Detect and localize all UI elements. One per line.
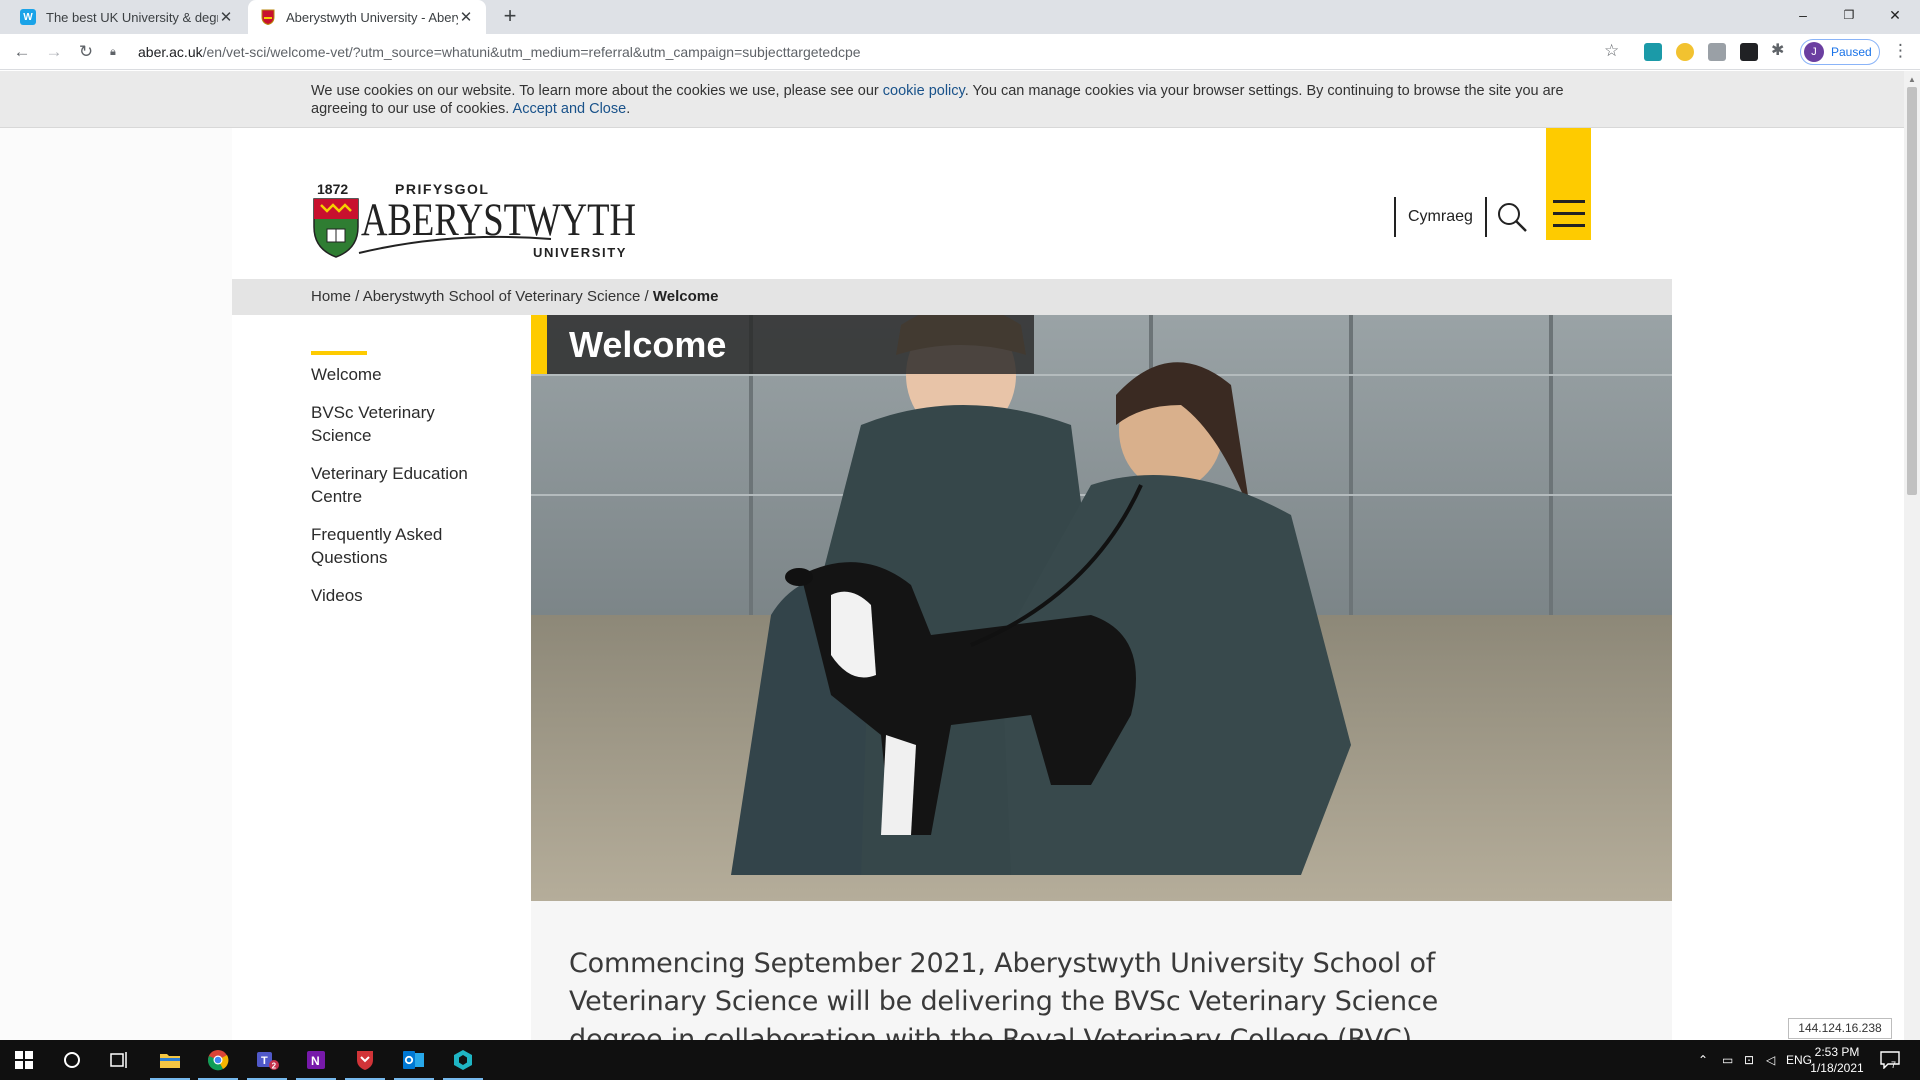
breadcrumb-school-link[interactable]: Aberystwyth School of Veterinary Science: [363, 288, 641, 305]
onenote-icon[interactable]: N: [292, 1040, 340, 1080]
intro-paragraph: Commencing September 2021, Aberystwyth U…: [569, 948, 1439, 1040]
nav-item-faq[interactable]: Frequently Asked Questions: [311, 523, 471, 569]
close-tab-icon[interactable]: ✕: [458, 8, 474, 26]
profile-status: Paused: [1831, 45, 1872, 59]
windows-start-icon[interactable]: [0, 1040, 48, 1080]
chrome-menu-icon[interactable]: ⋮: [1892, 41, 1909, 61]
hamburger-menu-button[interactable]: [1546, 128, 1591, 240]
crest-icon: [313, 198, 359, 258]
browser-tab-bar: W The best UK University & degree ✕ Aber…: [0, 0, 1920, 34]
section-nav: Welcome BVSc Veterinary Science Veterina…: [311, 351, 511, 622]
puzzle-extensions-icon[interactable]: ✱: [1771, 40, 1789, 59]
search-icon[interactable]: [1496, 201, 1528, 233]
address-bar[interactable]: 🔒︎ aber.ac.uk/en/vet-sci/welcome-vet/?ut…: [110, 38, 1630, 66]
nav-item-bvsc[interactable]: BVSc Veterinary Science: [311, 401, 461, 447]
search-circle-icon[interactable]: [48, 1040, 96, 1080]
ip-address-badge: 144.124.16.238: [1788, 1018, 1892, 1039]
breadcrumb-home-link[interactable]: Home: [311, 288, 351, 305]
forward-arrow-icon[interactable]: →: [42, 40, 66, 64]
tray-overflow-icon[interactable]: ⌃: [1698, 1040, 1708, 1080]
logo-year: 1872: [317, 181, 348, 197]
back-arrow-icon[interactable]: ←: [10, 40, 34, 64]
minimize-button[interactable]: –: [1780, 0, 1826, 30]
vet-students-photo: [531, 315, 1672, 901]
app-hexagon-icon[interactable]: [439, 1040, 487, 1080]
close-window-button[interactable]: ✕: [1872, 0, 1918, 30]
lock-icon: 🔒︎: [110, 45, 116, 58]
browser-tab[interactable]: W The best UK University & degree ✕: [8, 0, 246, 34]
clock-date: 1/18/2021: [1810, 1061, 1864, 1075]
network-icon[interactable]: ⊡: [1744, 1040, 1754, 1080]
nav-item-videos[interactable]: Videos: [311, 584, 511, 607]
scroll-up-icon[interactable]: ▲: [1908, 75, 1916, 84]
reload-icon[interactable]: ↻: [74, 40, 98, 64]
notification-count: 7: [1891, 1060, 1897, 1070]
clock-time: 2:53 PM: [1814, 1045, 1860, 1059]
outlook-icon[interactable]: [390, 1040, 438, 1080]
breadcrumb: Home / Aberystwyth School of Veterinary …: [311, 288, 719, 305]
security-shield-icon[interactable]: [341, 1040, 389, 1080]
extension-icon[interactable]: [1740, 43, 1758, 61]
svg-text:T: T: [261, 1055, 268, 1067]
breadcrumb-bar: Home / Aberystwyth School of Veterinary …: [232, 279, 1672, 315]
task-view-icon[interactable]: [96, 1040, 144, 1080]
whatuni-favicon-icon: W: [20, 9, 36, 25]
new-tab-button[interactable]: +: [498, 5, 522, 29]
close-tab-icon[interactable]: ✕: [218, 8, 234, 26]
accept-cookies-link[interactable]: Accept and Close: [513, 101, 627, 117]
breadcrumb-current: Welcome: [652, 288, 719, 305]
language-toggle-link[interactable]: Cymraeg: [1394, 197, 1487, 237]
cookie-banner: We use cookies on our website. To learn …: [0, 71, 1904, 128]
avatar: J: [1804, 42, 1824, 62]
url-host: aber.ac.uk: [138, 44, 203, 60]
battery-icon[interactable]: ▭: [1722, 1040, 1733, 1080]
page-title: Welcome: [569, 324, 727, 365]
browser-tab-active[interactable]: Aberystwyth University - Aberyst ✕: [248, 0, 486, 34]
page-margin: [0, 128, 232, 1040]
page-scrollbar[interactable]: ▲: [1904, 71, 1920, 1040]
svg-text:N: N: [311, 1054, 320, 1068]
main-content: Commencing September 2021, Aberystwyth U…: [531, 901, 1672, 1040]
active-indicator: [311, 351, 367, 355]
notifications-icon[interactable]: 7: [1880, 1040, 1900, 1080]
file-explorer-icon[interactable]: [146, 1040, 194, 1080]
url-path: /en/vet-sci/welcome-vet/?utm_source=what…: [202, 44, 861, 60]
system-clock[interactable]: 2:53 PM 1/18/2021: [1802, 1044, 1872, 1076]
windows-taskbar: T2 N ⌃ ▭ ⊡ ◁ ENG 2:53 PM 1/18/2021 7: [0, 1040, 1920, 1080]
svg-text:2: 2: [272, 1062, 277, 1071]
tab-title: Aberystwyth University - Aberyst: [286, 9, 458, 25]
menu-icon: [1553, 200, 1585, 203]
extension-icon[interactable]: [1644, 43, 1662, 61]
hero-title-banner: Welcome: [531, 315, 1034, 374]
aberystwyth-favicon-icon: [260, 9, 276, 25]
nav-item-education-centre[interactable]: Veterinary Education Centre: [311, 462, 501, 508]
profile-button[interactable]: J Paused: [1800, 39, 1880, 65]
hero-image: Welcome: [531, 315, 1672, 901]
browser-toolbar: ← → ↻ 🔒︎ aber.ac.uk/en/vet-sci/welcome-v…: [0, 34, 1920, 70]
logo-subtitle: UNIVERSITY: [533, 245, 627, 260]
cookie-policy-link[interactable]: cookie policy: [883, 83, 965, 99]
teams-icon[interactable]: T2: [243, 1040, 291, 1080]
university-logo[interactable]: 1872 PRIFYSGOL ABERYSTWYTH UNIVERSITY: [311, 175, 641, 265]
tab-title: The best UK University & degree: [46, 9, 218, 25]
nav-item-welcome[interactable]: Welcome: [311, 363, 511, 386]
bookmark-star-icon[interactable]: ☆: [1604, 41, 1619, 61]
chrome-icon[interactable]: [194, 1040, 242, 1080]
cookie-text: We use cookies on our website. To learn …: [311, 83, 1564, 117]
page-viewport: We use cookies on our website. To learn …: [0, 71, 1904, 1040]
extension-icon[interactable]: [1676, 43, 1694, 61]
extension-icon[interactable]: [1708, 43, 1726, 61]
restore-button[interactable]: ❐: [1826, 0, 1872, 30]
scroll-thumb[interactable]: [1907, 87, 1917, 495]
logo-name: ABERYSTWYTH: [361, 194, 636, 246]
